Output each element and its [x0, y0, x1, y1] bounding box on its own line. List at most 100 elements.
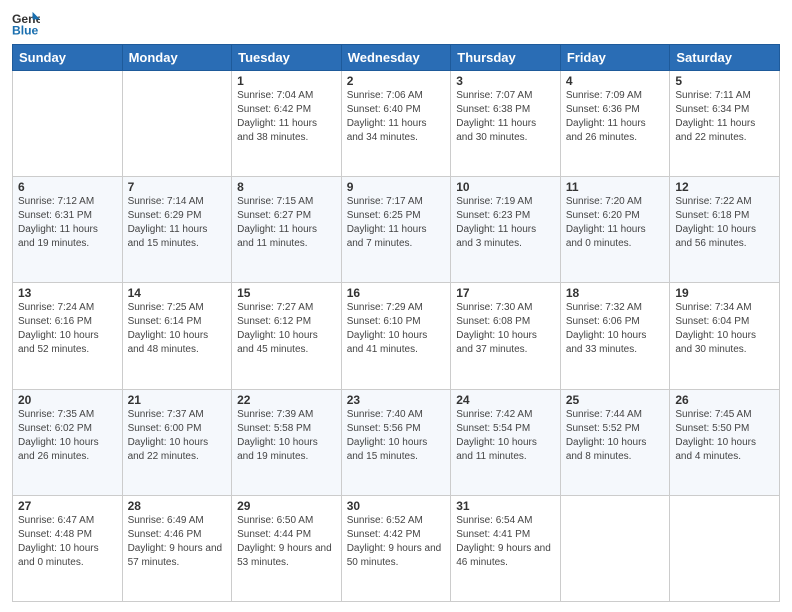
- day-info: Sunrise: 6:54 AMSunset: 4:41 PMDaylight:…: [456, 514, 555, 570]
- day-number: 7: [128, 180, 227, 194]
- week-row-2: 6Sunrise: 7:12 AMSunset: 6:31 PMDaylight…: [13, 177, 780, 283]
- day-cell: 24Sunrise: 7:42 AMSunset: 5:54 PMDayligh…: [451, 389, 561, 495]
- day-number: 12: [675, 180, 774, 194]
- day-info: Sunrise: 7:39 AMSunset: 5:58 PMDaylight:…: [237, 408, 336, 464]
- week-row-4: 20Sunrise: 7:35 AMSunset: 6:02 PMDayligh…: [13, 389, 780, 495]
- day-number: 14: [128, 286, 227, 300]
- day-info: Sunrise: 7:17 AMSunset: 6:25 PMDaylight:…: [347, 195, 446, 251]
- day-cell: 4Sunrise: 7:09 AMSunset: 6:36 PMDaylight…: [560, 71, 670, 177]
- day-cell: 16Sunrise: 7:29 AMSunset: 6:10 PMDayligh…: [341, 283, 451, 389]
- day-info: Sunrise: 6:52 AMSunset: 4:42 PMDaylight:…: [347, 514, 446, 570]
- day-cell: [13, 71, 123, 177]
- day-info: Sunrise: 7:30 AMSunset: 6:08 PMDaylight:…: [456, 301, 555, 357]
- day-number: 6: [18, 180, 117, 194]
- day-number: 25: [566, 393, 665, 407]
- logo-icon: General Blue: [12, 10, 40, 38]
- day-info: Sunrise: 7:34 AMSunset: 6:04 PMDaylight:…: [675, 301, 774, 357]
- day-cell: 29Sunrise: 6:50 AMSunset: 4:44 PMDayligh…: [232, 495, 342, 601]
- weekday-header-row: SundayMondayTuesdayWednesdayThursdayFrid…: [13, 45, 780, 71]
- day-number: 31: [456, 499, 555, 513]
- day-info: Sunrise: 7:04 AMSunset: 6:42 PMDaylight:…: [237, 89, 336, 145]
- day-cell: [670, 495, 780, 601]
- day-number: 28: [128, 499, 227, 513]
- day-number: 15: [237, 286, 336, 300]
- day-cell: 5Sunrise: 7:11 AMSunset: 6:34 PMDaylight…: [670, 71, 780, 177]
- day-info: Sunrise: 7:12 AMSunset: 6:31 PMDaylight:…: [18, 195, 117, 251]
- day-number: 10: [456, 180, 555, 194]
- day-cell: 18Sunrise: 7:32 AMSunset: 6:06 PMDayligh…: [560, 283, 670, 389]
- week-row-1: 1Sunrise: 7:04 AMSunset: 6:42 PMDaylight…: [13, 71, 780, 177]
- day-info: Sunrise: 7:45 AMSunset: 5:50 PMDaylight:…: [675, 408, 774, 464]
- weekday-thursday: Thursday: [451, 45, 561, 71]
- day-cell: 6Sunrise: 7:12 AMSunset: 6:31 PMDaylight…: [13, 177, 123, 283]
- day-info: Sunrise: 7:07 AMSunset: 6:38 PMDaylight:…: [456, 89, 555, 145]
- day-number: 17: [456, 286, 555, 300]
- day-cell: 7Sunrise: 7:14 AMSunset: 6:29 PMDaylight…: [122, 177, 232, 283]
- day-info: Sunrise: 6:50 AMSunset: 4:44 PMDaylight:…: [237, 514, 336, 570]
- day-number: 24: [456, 393, 555, 407]
- week-row-5: 27Sunrise: 6:47 AMSunset: 4:48 PMDayligh…: [13, 495, 780, 601]
- day-number: 11: [566, 180, 665, 194]
- day-number: 23: [347, 393, 446, 407]
- weekday-saturday: Saturday: [670, 45, 780, 71]
- day-cell: 25Sunrise: 7:44 AMSunset: 5:52 PMDayligh…: [560, 389, 670, 495]
- day-cell: 10Sunrise: 7:19 AMSunset: 6:23 PMDayligh…: [451, 177, 561, 283]
- day-number: 26: [675, 393, 774, 407]
- day-info: Sunrise: 6:49 AMSunset: 4:46 PMDaylight:…: [128, 514, 227, 570]
- day-cell: 17Sunrise: 7:30 AMSunset: 6:08 PMDayligh…: [451, 283, 561, 389]
- day-cell: 27Sunrise: 6:47 AMSunset: 4:48 PMDayligh…: [13, 495, 123, 601]
- day-number: 27: [18, 499, 117, 513]
- day-cell: 14Sunrise: 7:25 AMSunset: 6:14 PMDayligh…: [122, 283, 232, 389]
- day-cell: 13Sunrise: 7:24 AMSunset: 6:16 PMDayligh…: [13, 283, 123, 389]
- day-info: Sunrise: 7:11 AMSunset: 6:34 PMDaylight:…: [675, 89, 774, 145]
- day-info: Sunrise: 7:29 AMSunset: 6:10 PMDaylight:…: [347, 301, 446, 357]
- day-number: 3: [456, 74, 555, 88]
- header: General Blue: [12, 10, 780, 38]
- day-number: 5: [675, 74, 774, 88]
- day-cell: 26Sunrise: 7:45 AMSunset: 5:50 PMDayligh…: [670, 389, 780, 495]
- day-cell: 1Sunrise: 7:04 AMSunset: 6:42 PMDaylight…: [232, 71, 342, 177]
- day-info: Sunrise: 7:15 AMSunset: 6:27 PMDaylight:…: [237, 195, 336, 251]
- day-info: Sunrise: 7:25 AMSunset: 6:14 PMDaylight:…: [128, 301, 227, 357]
- day-cell: 9Sunrise: 7:17 AMSunset: 6:25 PMDaylight…: [341, 177, 451, 283]
- day-info: Sunrise: 7:42 AMSunset: 5:54 PMDaylight:…: [456, 408, 555, 464]
- day-cell: 11Sunrise: 7:20 AMSunset: 6:20 PMDayligh…: [560, 177, 670, 283]
- weekday-wednesday: Wednesday: [341, 45, 451, 71]
- day-number: 20: [18, 393, 117, 407]
- weekday-tuesday: Tuesday: [232, 45, 342, 71]
- page: General Blue SundayMondayTuesdayWednesda…: [0, 0, 792, 612]
- day-number: 21: [128, 393, 227, 407]
- day-info: Sunrise: 7:44 AMSunset: 5:52 PMDaylight:…: [566, 408, 665, 464]
- day-cell: 21Sunrise: 7:37 AMSunset: 6:00 PMDayligh…: [122, 389, 232, 495]
- weekday-friday: Friday: [560, 45, 670, 71]
- day-info: Sunrise: 7:14 AMSunset: 6:29 PMDaylight:…: [128, 195, 227, 251]
- day-number: 16: [347, 286, 446, 300]
- day-cell: 15Sunrise: 7:27 AMSunset: 6:12 PMDayligh…: [232, 283, 342, 389]
- day-info: Sunrise: 7:35 AMSunset: 6:02 PMDaylight:…: [18, 408, 117, 464]
- day-cell: 8Sunrise: 7:15 AMSunset: 6:27 PMDaylight…: [232, 177, 342, 283]
- day-cell: 3Sunrise: 7:07 AMSunset: 6:38 PMDaylight…: [451, 71, 561, 177]
- day-number: 29: [237, 499, 336, 513]
- day-info: Sunrise: 7:24 AMSunset: 6:16 PMDaylight:…: [18, 301, 117, 357]
- day-info: Sunrise: 7:09 AMSunset: 6:36 PMDaylight:…: [566, 89, 665, 145]
- weekday-monday: Monday: [122, 45, 232, 71]
- day-number: 13: [18, 286, 117, 300]
- day-cell: [560, 495, 670, 601]
- day-number: 18: [566, 286, 665, 300]
- day-info: Sunrise: 6:47 AMSunset: 4:48 PMDaylight:…: [18, 514, 117, 570]
- svg-text:Blue: Blue: [12, 23, 39, 37]
- week-row-3: 13Sunrise: 7:24 AMSunset: 6:16 PMDayligh…: [13, 283, 780, 389]
- day-number: 2: [347, 74, 446, 88]
- day-number: 9: [347, 180, 446, 194]
- day-info: Sunrise: 7:22 AMSunset: 6:18 PMDaylight:…: [675, 195, 774, 251]
- day-cell: 28Sunrise: 6:49 AMSunset: 4:46 PMDayligh…: [122, 495, 232, 601]
- day-info: Sunrise: 7:19 AMSunset: 6:23 PMDaylight:…: [456, 195, 555, 251]
- day-cell: 19Sunrise: 7:34 AMSunset: 6:04 PMDayligh…: [670, 283, 780, 389]
- day-cell: 23Sunrise: 7:40 AMSunset: 5:56 PMDayligh…: [341, 389, 451, 495]
- day-info: Sunrise: 7:27 AMSunset: 6:12 PMDaylight:…: [237, 301, 336, 357]
- day-info: Sunrise: 7:37 AMSunset: 6:00 PMDaylight:…: [128, 408, 227, 464]
- day-cell: 2Sunrise: 7:06 AMSunset: 6:40 PMDaylight…: [341, 71, 451, 177]
- day-cell: [122, 71, 232, 177]
- day-info: Sunrise: 7:20 AMSunset: 6:20 PMDaylight:…: [566, 195, 665, 251]
- calendar-table: SundayMondayTuesdayWednesdayThursdayFrid…: [12, 44, 780, 602]
